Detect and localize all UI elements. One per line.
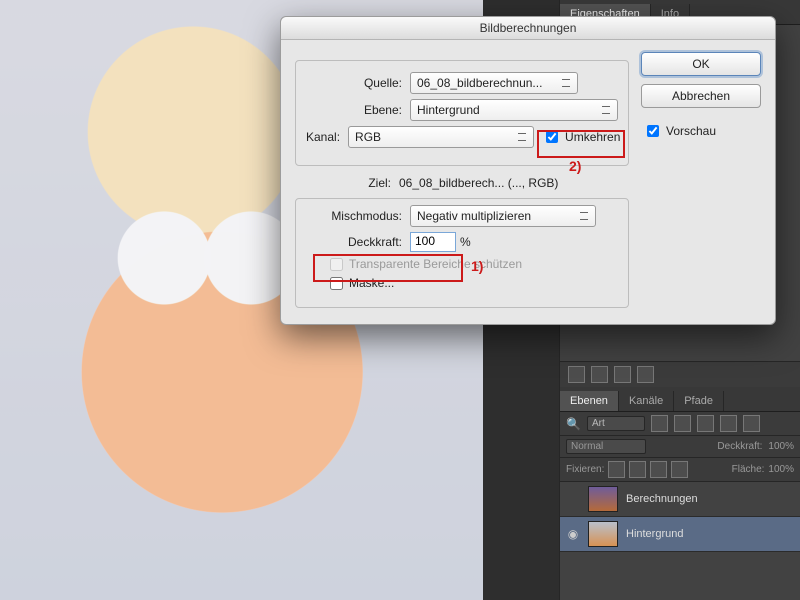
search-icon: 🔍 xyxy=(566,417,581,431)
cancel-button[interactable]: Abbrechen xyxy=(641,84,761,108)
preview-label: Vorschau xyxy=(666,124,716,138)
opacity-pct: % xyxy=(460,235,471,249)
filter-pixel-icon[interactable] xyxy=(651,415,668,432)
lock-transp-icon[interactable] xyxy=(608,461,625,478)
ok-button[interactable]: OK xyxy=(641,52,761,76)
target-label: Ziel: xyxy=(295,176,399,190)
channel-label: Kanal: xyxy=(306,130,348,144)
visibility-toggle[interactable]: ◉ xyxy=(566,527,580,541)
filter-adjust-icon[interactable] xyxy=(674,415,691,432)
layer-opacity-label: Deckkraft: xyxy=(717,441,762,452)
lock-label: Fixieren: xyxy=(566,464,604,475)
fill-label: Fläche: xyxy=(732,464,765,475)
filter-type-icon[interactable] xyxy=(697,415,714,432)
opacity-input[interactable]: 100 xyxy=(410,232,456,252)
clip-icon[interactable] xyxy=(614,366,631,383)
target-value: 06_08_bildberech... (..., RGB) xyxy=(399,176,558,190)
preview-checkbox-input[interactable] xyxy=(647,125,659,137)
properties-footer-icons xyxy=(560,361,800,387)
mask-icon[interactable] xyxy=(591,366,608,383)
blending-group: Mischmodus: Negativ multiplizieren Deckk… xyxy=(295,198,629,308)
layer-row[interactable]: Berechnungen xyxy=(560,482,800,517)
lock-paint-icon[interactable] xyxy=(629,461,646,478)
opacity-label: Deckkraft: xyxy=(306,235,410,249)
tab-layers[interactable]: Ebenen xyxy=(560,391,619,411)
layer-thumbnail xyxy=(588,486,618,512)
layer-filter-kind[interactable]: Art xyxy=(587,416,645,431)
adjust-icon[interactable] xyxy=(568,366,585,383)
layer-blend-dropdown[interactable]: Normal xyxy=(566,439,646,454)
layer-label: Ebene: xyxy=(306,103,410,117)
layer-dropdown[interactable]: Hintergrund xyxy=(410,99,618,121)
tab-channels[interactable]: Kanäle xyxy=(619,391,674,411)
annotation-label-1: 1) xyxy=(471,258,483,274)
annotation-box-1 xyxy=(313,254,463,282)
filter-shape-icon[interactable] xyxy=(720,415,737,432)
fill-value[interactable]: 100% xyxy=(768,464,794,475)
dialog-button-column: OK Abbrechen Vorschau xyxy=(641,52,761,140)
trash-icon[interactable] xyxy=(637,366,654,383)
blend-label: Mischmodus: xyxy=(306,209,410,223)
annotation-box-2 xyxy=(537,130,625,158)
preview-checkbox[interactable]: Vorschau xyxy=(643,122,761,140)
tab-paths[interactable]: Pfade xyxy=(674,391,724,411)
layer-opacity-value[interactable]: 100% xyxy=(768,441,794,452)
source-dropdown[interactable]: 06_08_bildberechnun... xyxy=(410,72,578,94)
blend-dropdown[interactable]: Negativ multiplizieren xyxy=(410,205,596,227)
lock-pos-icon[interactable] xyxy=(650,461,667,478)
layer-thumbnail xyxy=(588,521,618,547)
layers-tabbar: Ebenen Kanäle Pfade xyxy=(560,387,800,412)
annotation-label-2: 2) xyxy=(569,158,581,174)
lock-all-icon[interactable] xyxy=(671,461,688,478)
dialog-title: Bildberechnungen xyxy=(281,17,775,40)
layer-name[interactable]: Hintergrund xyxy=(626,528,683,540)
apply-image-dialog: Bildberechnungen Quelle: 06_08_bildberec… xyxy=(280,16,776,325)
layer-row[interactable]: ◉ Hintergrund xyxy=(560,517,800,552)
source-label: Quelle: xyxy=(306,76,410,90)
filter-smart-icon[interactable] xyxy=(743,415,760,432)
channel-dropdown[interactable]: RGB xyxy=(348,126,534,148)
layer-name[interactable]: Berechnungen xyxy=(626,493,698,505)
